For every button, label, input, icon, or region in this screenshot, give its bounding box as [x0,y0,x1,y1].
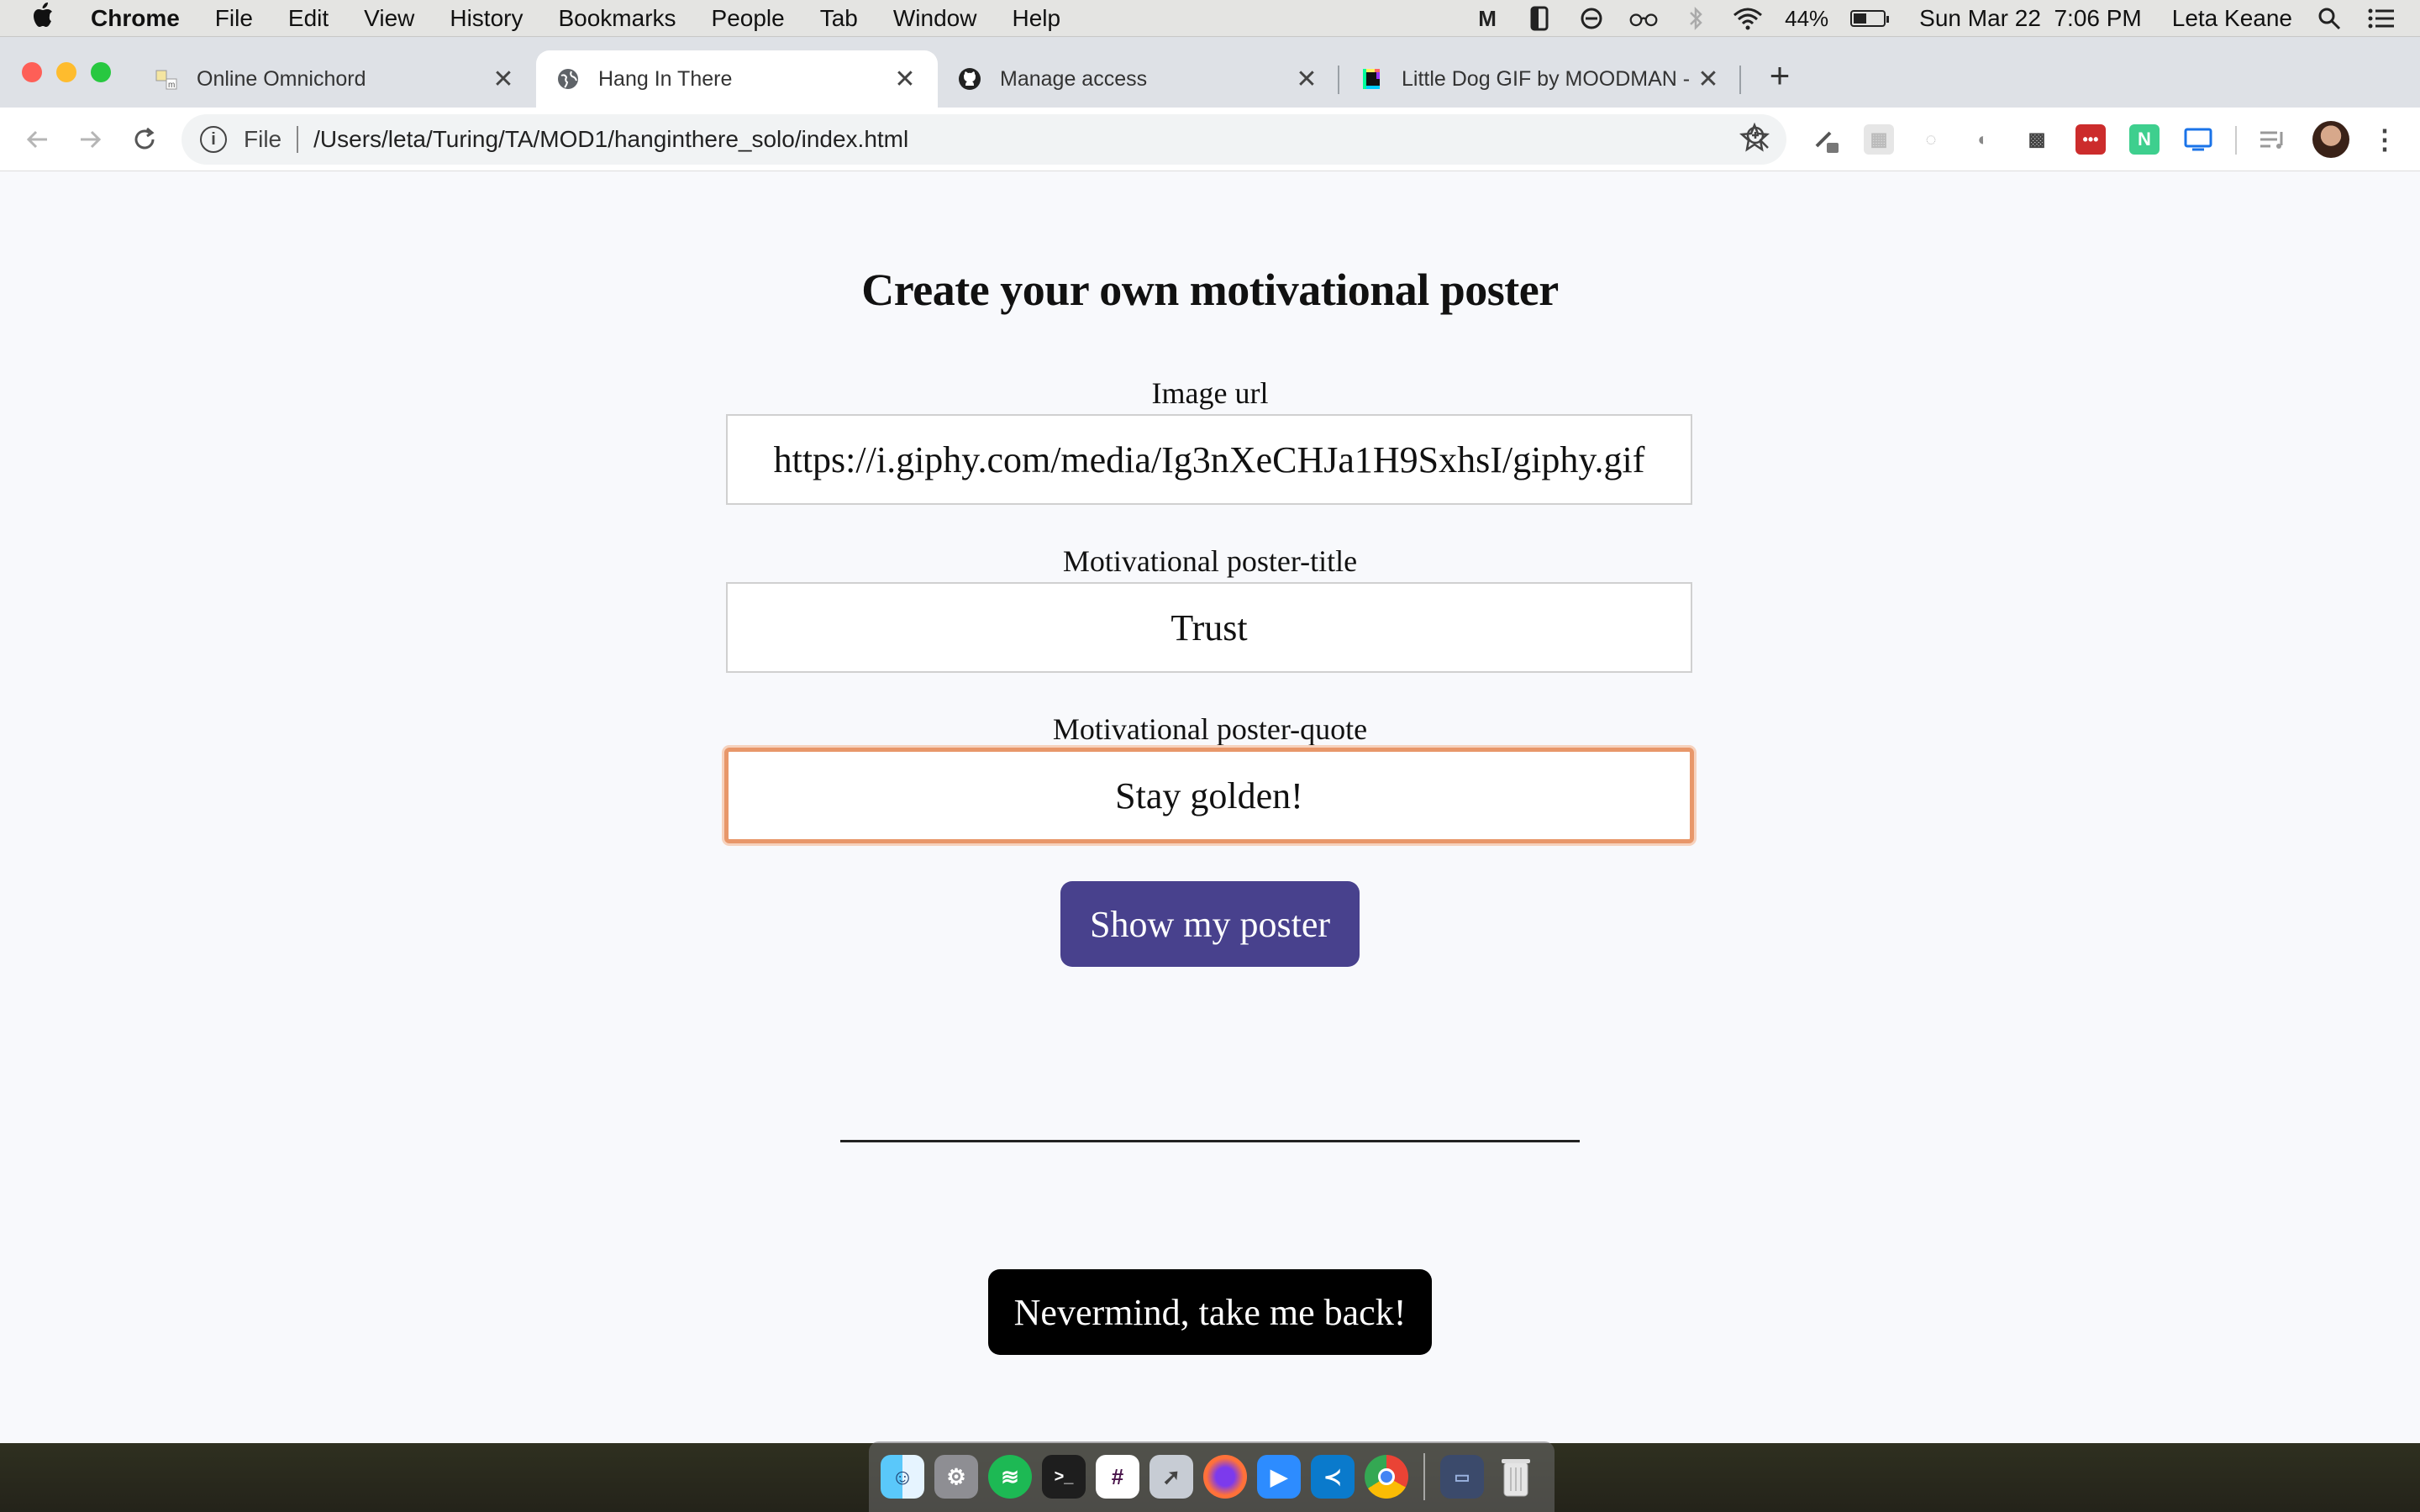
site-info-icon[interactable]: i [200,126,227,153]
github-icon [958,67,981,91]
menu-people[interactable]: People [712,5,785,32]
poster-quote-input[interactable] [724,748,1694,843]
divider-line [840,1140,1580,1142]
new-tab-plus-icon[interactable]: + [1760,55,1800,96]
battery-fill [1854,13,1867,24]
menu-tab[interactable]: Tab [820,5,858,32]
profile-avatar[interactable] [2312,121,2349,158]
menu-view[interactable]: View [364,5,414,32]
browser-tab-strip: m Online Omnichord ✕ Hang In There ✕ Man… [0,37,2420,108]
bookmark-star-icon[interactable] [1739,122,1770,157]
tab-title: Little Dog GIF by MOODMAN - F [1402,66,1696,91]
menu-edit[interactable]: Edit [288,5,329,32]
battery-percent: 44% [1785,5,1829,31]
image-url-input[interactable] [726,414,1692,505]
launchpad-icon[interactable]: ➚ [1150,1455,1193,1499]
eyedropper-extension-icon[interactable] [1812,124,1842,155]
menu-app-chrome[interactable]: Chrome [91,5,180,32]
close-tab-icon[interactable]: ✕ [1696,65,1721,94]
battery-icon[interactable] [1850,10,1890,27]
browser-toolbar: i File /Users/leta/Turing/TA/MOD1/hangin… [0,108,2420,171]
slack-icon[interactable]: # [1096,1455,1139,1499]
menu-history[interactable]: History [450,5,523,32]
menubar-user[interactable]: Leta Keane [2172,5,2292,32]
reload-icon[interactable] [118,113,171,166]
poster-title-label: Motivational poster-title [1062,544,1358,578]
vscode-icon[interactable]: ≺ [1311,1455,1355,1499]
tab-title: Online Omnichord [197,66,366,91]
zoom-icon[interactable]: ▶ [1257,1455,1301,1499]
zoom-window-button[interactable] [91,62,111,82]
page-content: Create your own motivational poster Imag… [0,171,2420,1443]
spotify-icon[interactable]: ≋ [988,1455,1032,1499]
back-arrow-icon[interactable] [10,113,64,166]
address-bar[interactable]: i File /Users/leta/Turing/TA/MOD1/hangin… [182,114,1786,165]
giphy-favicon [1360,67,1383,91]
close-tab-icon[interactable]: ✕ [491,65,516,94]
cast-extension-icon[interactable] [2183,124,2213,155]
extension-circle-icon[interactable]: ◌ [1916,124,1946,155]
minimize-window-button[interactable] [56,62,76,82]
glasses-icon[interactable] [1628,3,1659,34]
finder-icon[interactable]: ☺ [881,1455,924,1499]
window-controls [22,62,111,82]
tab-separator [1739,66,1741,94]
dock-separator [1423,1453,1425,1500]
trash-icon[interactable] [1494,1455,1538,1499]
macos-dock: ☺ ⚙ ≋ >_ # ➚ ▶ ≺ ▭ [869,1441,1555,1512]
close-window-button[interactable] [22,62,42,82]
menu-window[interactable]: Window [893,5,977,32]
omnibox-divider [297,126,299,153]
blocker-icon[interactable] [1576,3,1607,34]
notification-center-icon[interactable] [2366,3,2396,34]
close-tab-icon[interactable]: ✕ [1294,65,1319,94]
tab-hang-in-there[interactable]: Hang In There ✕ [536,50,938,108]
qr-code-extension-icon[interactable]: ▩ [2022,124,2052,155]
evernote-icon[interactable] [1524,3,1555,34]
menubar-clock[interactable]: Sun Mar 22 7:06 PM [1919,5,2142,32]
menu-bookmarks[interactable]: Bookmarks [558,5,676,32]
chrome-icon[interactable] [1365,1455,1408,1499]
malwarebytes-icon[interactable]: M [1472,3,1502,34]
tab-manage-access[interactable]: Manage access ✕ [938,50,1339,108]
extension-grid-icon[interactable]: ▦ [1864,124,1894,155]
url-text[interactable]: /Users/leta/Turing/TA/MOD1/hanginthere_s… [313,126,908,153]
poster-quote-label: Motivational poster-quote [1052,712,1368,746]
menu-help[interactable]: Help [1012,5,1060,32]
menu-file[interactable]: File [215,5,253,32]
screenshot-folder-icon[interactable]: ▭ [1440,1455,1484,1499]
firefox-icon[interactable] [1203,1455,1247,1499]
toolbar-separator [2235,126,2237,155]
url-scheme-label: File [244,126,282,152]
notion-extension-icon[interactable]: N [2129,124,2160,155]
globe-icon [556,67,580,91]
omnichord-favicon: m [155,67,178,91]
close-tab-icon[interactable]: ✕ [892,65,918,94]
chrome-menu-icon[interactable]: ⋮ [2370,124,2400,155]
apple-menu-icon[interactable] [32,2,66,34]
system-preferences-icon[interactable]: ⚙ [934,1455,978,1499]
extension-disc-icon[interactable]: ◐ [1968,124,1998,155]
tab-title: Hang In There [598,66,733,91]
terminal-icon[interactable]: >_ [1042,1455,1086,1499]
macos-menu-bar: Chrome File Edit View History Bookmarks … [0,0,2420,37]
bluetooth-icon[interactable] [1681,3,1711,34]
lastpass-extension-icon[interactable]: ••• [2075,124,2106,155]
poster-title-input[interactable] [726,582,1692,673]
forward-arrow-icon[interactable] [64,113,118,166]
media-controls-icon[interactable] [2257,124,2287,155]
page-title: Create your own motivational poster [861,265,1559,315]
svg-text:m: m [168,81,175,90]
tab-online-omnichord[interactable]: m Online Omnichord ✕ [134,50,536,108]
show-my-poster-button[interactable]: Show my poster [1060,881,1360,967]
take-me-back-button[interactable]: Nevermind, take me back! [988,1269,1432,1355]
tab-title: Manage access [1000,66,1148,91]
spotlight-search-icon[interactable] [2314,3,2344,34]
wifi-icon[interactable] [1733,3,1763,34]
image-url-label: Image url [1151,376,1269,410]
tab-little-dog-gif[interactable]: Little Dog GIF by MOODMAN - F ✕ [1339,50,1741,108]
